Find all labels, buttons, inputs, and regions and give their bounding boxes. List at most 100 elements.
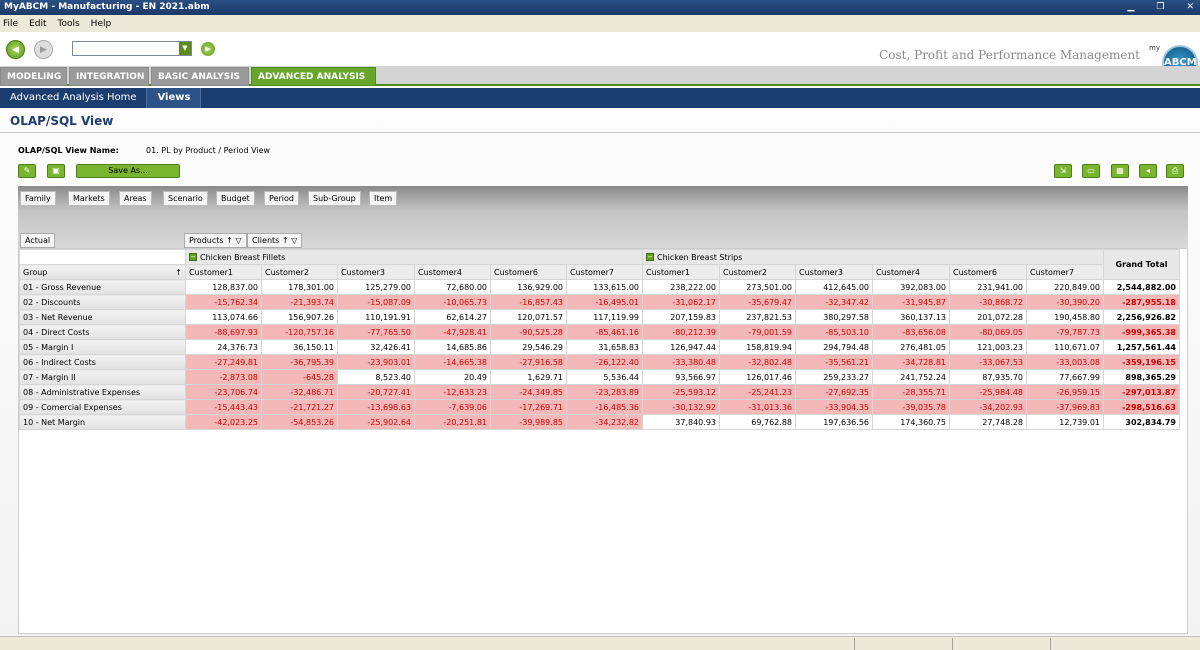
value-cell[interactable]: -32,802.48 (719, 354, 796, 370)
subnav-advanced-analysis-home[interactable]: Advanced Analysis Home (0, 88, 146, 108)
value-cell[interactable]: -17,269.71 (490, 399, 567, 415)
value-cell[interactable]: -15,443.43 (185, 399, 262, 415)
value-cell[interactable]: -16,857.43 (490, 294, 567, 310)
dim-markets[interactable]: Markets (68, 191, 110, 206)
restore-icon[interactable]: ❐ (1156, 0, 1164, 15)
value-cell[interactable]: -23,903.01 (337, 354, 415, 370)
value-cell[interactable]: 392,083.00 (872, 279, 950, 295)
value-cell[interactable]: 126,947.44 (642, 339, 720, 355)
customer-header[interactable]: Customer6 (949, 264, 1027, 280)
value-cell[interactable]: -25,241.23 (719, 384, 796, 400)
value-cell[interactable]: -27,249.81 (185, 354, 262, 370)
customer-header[interactable]: Customer2 (261, 264, 338, 280)
customer-header[interactable]: Customer3 (795, 264, 873, 280)
value-cell[interactable]: 12,739.01 (1026, 414, 1104, 430)
tab-modeling[interactable]: MODELING (0, 67, 67, 86)
value-cell[interactable]: 37,840.93 (642, 414, 720, 430)
value-cell[interactable]: -10,065.73 (414, 294, 491, 310)
column-dim-clients[interactable]: Clients ↑ ▽ (247, 233, 303, 248)
sort-asc-icon[interactable]: ↑ (226, 236, 233, 245)
go-button[interactable]: ▶ (201, 42, 215, 56)
value-cell[interactable]: -80,212.39 (642, 324, 720, 340)
collapse-icon[interactable]: − (646, 253, 654, 261)
value-cell[interactable]: -25,902.64 (337, 414, 415, 430)
grand-total-cell[interactable]: -999,365.38 (1103, 324, 1180, 340)
customer-header[interactable]: Customer7 (1026, 264, 1104, 280)
minimize-icon[interactable]: ▁ (1127, 0, 1134, 15)
value-cell[interactable]: 360,137.13 (872, 309, 950, 325)
value-cell[interactable]: 156,907.26 (261, 309, 338, 325)
value-cell[interactable]: 8,523.40 (337, 369, 415, 385)
value-cell[interactable]: -7,639.06 (414, 399, 491, 415)
value-cell[interactable]: 120,071.57 (490, 309, 567, 325)
back-button[interactable]: ◀ (6, 40, 25, 59)
value-cell[interactable]: 1,629.71 (490, 369, 567, 385)
subnav-views[interactable]: Views (146, 88, 202, 108)
value-cell[interactable]: 69,762.88 (719, 414, 796, 430)
value-cell[interactable]: -26,959.15 (1026, 384, 1104, 400)
value-cell[interactable]: -83,656.08 (872, 324, 950, 340)
value-cell[interactable]: -23,283.89 (566, 384, 643, 400)
value-cell[interactable]: 178,301.00 (261, 279, 338, 295)
value-cell[interactable]: 197,636.56 (795, 414, 873, 430)
value-cell[interactable]: -28,355.71 (872, 384, 950, 400)
value-cell[interactable]: 133,615.00 (566, 279, 643, 295)
value-cell[interactable]: -27,916.58 (490, 354, 567, 370)
grand-total-cell[interactable]: 2,544,882.00 (1103, 279, 1180, 295)
row-header[interactable]: 05 - Margin I (19, 339, 186, 355)
value-cell[interactable]: -15,087.09 (337, 294, 415, 310)
value-cell[interactable]: 241,752.24 (872, 369, 950, 385)
value-cell[interactable]: -16,495.01 (566, 294, 643, 310)
value-cell[interactable]: -47,928.41 (414, 324, 491, 340)
sort-asc-icon[interactable]: ↑ (175, 268, 182, 277)
value-cell[interactable]: 276,481.05 (872, 339, 950, 355)
value-cell[interactable]: -32,347.42 (795, 294, 873, 310)
value-cell[interactable]: 128,837.00 (185, 279, 262, 295)
dim-areas[interactable]: Areas (119, 191, 152, 206)
tab-basic-analysis[interactable]: BASIC ANALYSIS (151, 67, 249, 86)
customer-header[interactable]: Customer1 (185, 264, 262, 280)
grid-view-button[interactable]: ▦ (1111, 164, 1129, 178)
row-header[interactable]: 04 - Direct Costs (19, 324, 186, 340)
customer-header[interactable]: Customer6 (490, 264, 567, 280)
value-cell[interactable]: -33,904.35 (795, 399, 873, 415)
value-cell[interactable]: -21,721.27 (261, 399, 338, 415)
customer-header[interactable]: Customer3 (337, 264, 415, 280)
value-cell[interactable]: -39,035.78 (872, 399, 950, 415)
value-cell[interactable]: -33,003.08 (1026, 354, 1104, 370)
menu-edit[interactable]: Edit (29, 19, 46, 29)
value-cell[interactable]: 220,849.00 (1026, 279, 1104, 295)
value-cell[interactable]: -85,503.10 (795, 324, 873, 340)
value-cell[interactable]: -25,984.48 (949, 384, 1027, 400)
value-cell[interactable]: 14,685.86 (414, 339, 491, 355)
value-cell[interactable]: 24,376.73 (185, 339, 262, 355)
forward-button[interactable]: ▶ (34, 40, 53, 59)
value-cell[interactable]: -30,390.20 (1026, 294, 1104, 310)
value-cell[interactable]: 36,150.11 (261, 339, 338, 355)
group-header[interactable]: Group ↑ (19, 264, 186, 280)
grand-total-cell[interactable]: 1,257,561.44 (1103, 339, 1180, 355)
value-cell[interactable]: -33,067.53 (949, 354, 1027, 370)
product-header[interactable]: − Chicken Breast Fillets (185, 249, 643, 265)
grand-total-cell[interactable]: -359,196.15 (1103, 354, 1180, 370)
value-cell[interactable]: 93,566.97 (642, 369, 720, 385)
dim-sub-group[interactable]: Sub-Group (308, 191, 361, 206)
value-cell[interactable]: 380,297.58 (795, 309, 873, 325)
chart-view-button[interactable]: ▭ (1082, 164, 1100, 178)
value-cell[interactable]: -20,251.81 (414, 414, 491, 430)
dim-item[interactable]: Item (369, 191, 398, 206)
customer-header[interactable]: Customer2 (719, 264, 796, 280)
value-cell[interactable]: -79,787.73 (1026, 324, 1104, 340)
row-header[interactable]: 10 - Net Margin (19, 414, 186, 430)
value-cell[interactable]: 62,614.27 (414, 309, 491, 325)
value-cell[interactable]: -30,132.92 (642, 399, 720, 415)
value-cell[interactable]: 20.49 (414, 369, 491, 385)
value-cell[interactable]: 259,233.27 (795, 369, 873, 385)
value-cell[interactable]: -27,692.35 (795, 384, 873, 400)
tab-integration[interactable]: INTEGRATION (69, 67, 149, 86)
save-as-button[interactable]: Save As... (76, 164, 180, 178)
close-icon[interactable]: ✕ (1186, 0, 1194, 15)
value-cell[interactable]: -34,202.93 (949, 399, 1027, 415)
value-cell[interactable]: -2,873.08 (185, 369, 262, 385)
dim-period[interactable]: Period (264, 191, 299, 206)
